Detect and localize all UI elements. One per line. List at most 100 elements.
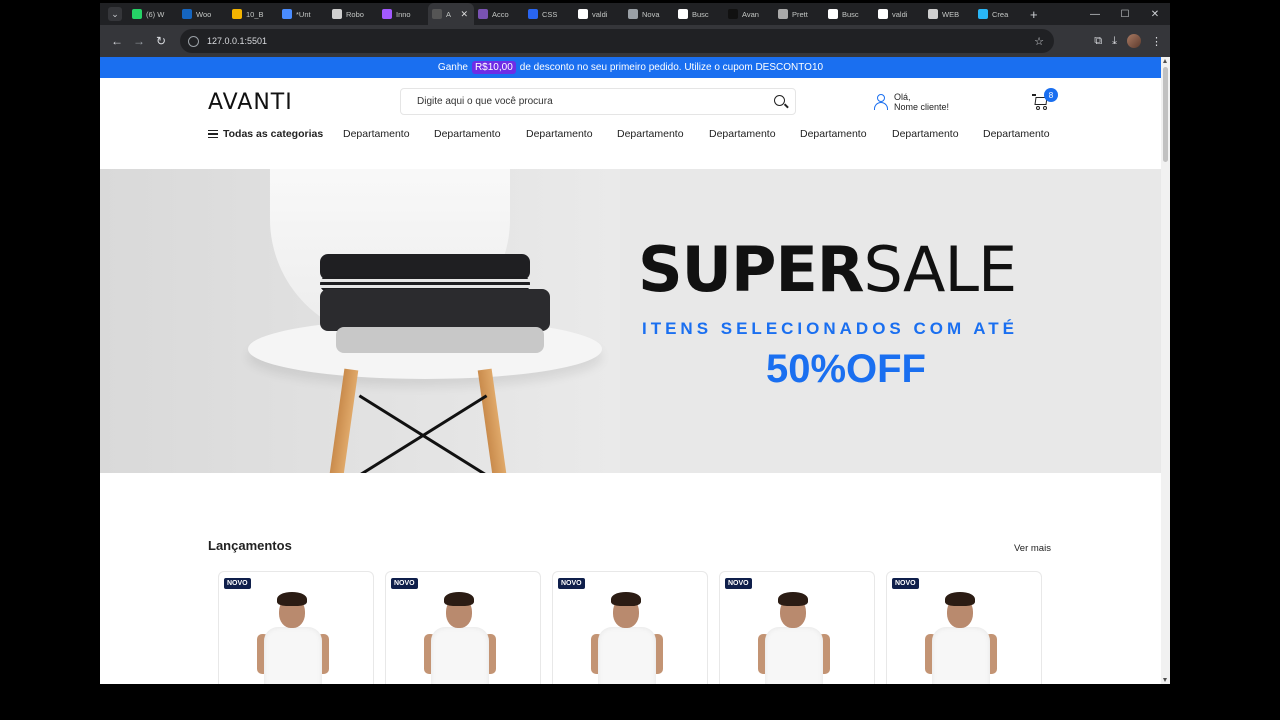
new-tab-button[interactable]: + bbox=[1030, 7, 1038, 22]
tab-label: Nova bbox=[642, 9, 660, 19]
product-image bbox=[765, 627, 823, 684]
see-more-link[interactable]: Ver mais bbox=[1014, 543, 1051, 554]
browser-tab[interactable]: Busc bbox=[824, 3, 874, 25]
browser-tab[interactable]: Busc bbox=[674, 3, 724, 25]
tab-label: (6) W bbox=[146, 9, 165, 19]
browser-tab[interactable]: A ✕ bbox=[428, 3, 474, 25]
browser-tab[interactable]: Robo bbox=[328, 3, 378, 25]
user-account-link[interactable]: Olá, Nome cliente! bbox=[874, 92, 949, 112]
tab-label: 10_B bbox=[246, 9, 264, 19]
close-tab-icon[interactable]: ✕ bbox=[460, 9, 468, 20]
tab-favicon-icon bbox=[778, 9, 788, 19]
coupon-value-badge: R$10,00 bbox=[471, 61, 516, 74]
product-card[interactable]: NOVO bbox=[218, 571, 374, 684]
tab-favicon-icon bbox=[182, 9, 192, 19]
extensions-icon[interactable]: ⧉ bbox=[1094, 35, 1102, 48]
back-icon[interactable]: ← bbox=[106, 34, 128, 48]
tab-favicon-icon bbox=[878, 9, 888, 19]
nav-department-link[interactable]: Departamento bbox=[892, 128, 959, 140]
product-card[interactable]: NOVO bbox=[886, 571, 1042, 684]
browser-tab[interactable]: Acco bbox=[474, 3, 524, 25]
search-icon[interactable] bbox=[774, 95, 785, 106]
product-image bbox=[264, 627, 322, 684]
browser-tab[interactable]: *Unt bbox=[278, 3, 328, 25]
browser-tab[interactable]: Inno bbox=[378, 3, 428, 25]
nav-department-link[interactable]: Departamento bbox=[800, 128, 867, 140]
nav-department-link[interactable]: Departamento bbox=[434, 128, 501, 140]
address-bar[interactable]: 127.0.0.1:5501 ☆ bbox=[180, 29, 1054, 53]
browser-tab[interactable]: Woo bbox=[178, 3, 228, 25]
minimize-icon[interactable]: — bbox=[1080, 9, 1110, 20]
page-scrollbar[interactable] bbox=[1161, 57, 1170, 684]
url-text: 127.0.0.1:5501 bbox=[207, 36, 268, 46]
tab-label: Busc bbox=[842, 9, 859, 19]
tab-label: Avan bbox=[742, 9, 759, 19]
product-image bbox=[431, 627, 489, 684]
browser-tab[interactable]: valdi bbox=[574, 3, 624, 25]
browser-tab[interactable]: WEB bbox=[924, 3, 974, 25]
profile-avatar[interactable] bbox=[1127, 34, 1141, 48]
hero-subtitle: ITENS SELECIONADOS COM ATÉ bbox=[641, 319, 1018, 338]
browser-tab[interactable]: Prett bbox=[774, 3, 824, 25]
browser-tab[interactable]: Avan bbox=[724, 3, 774, 25]
tab-strip: ⌄ (6) W Woo 10_B *Unt Robo Inno A ✕ Acco CSS valdi… bbox=[100, 3, 1170, 25]
browser-tab[interactable]: Nova bbox=[624, 3, 674, 25]
product-card[interactable]: NOVO bbox=[552, 571, 708, 684]
hero-title: SUPERSALE bbox=[638, 237, 1017, 303]
user-icon bbox=[874, 94, 888, 110]
new-badge: NOVO bbox=[224, 578, 251, 589]
tab-label: Inno bbox=[396, 9, 411, 19]
nav-department-link[interactable]: Departamento bbox=[617, 128, 684, 140]
product-card[interactable]: NOVO bbox=[385, 571, 541, 684]
browser-menu-icon[interactable]: ⋮ bbox=[1151, 35, 1162, 48]
hero-banner[interactable]: SUPERSALE ITENS SELECIONADOS COM ATÉ 50%… bbox=[100, 169, 1161, 473]
scrollbar-thumb[interactable] bbox=[1163, 67, 1168, 162]
site-info-icon[interactable] bbox=[188, 35, 199, 47]
close-window-icon[interactable]: ✕ bbox=[1140, 9, 1170, 20]
search-input[interactable]: Digite aqui o que você procura bbox=[400, 88, 796, 115]
tab-favicon-icon bbox=[728, 9, 738, 19]
tab-favicon-icon bbox=[978, 9, 988, 19]
browser-tab[interactable]: valdi bbox=[874, 3, 924, 25]
reload-icon[interactable]: ↻ bbox=[150, 34, 172, 48]
tab-favicon-icon bbox=[628, 9, 638, 19]
product-card[interactable]: NOVO bbox=[719, 571, 875, 684]
tab-label: WEB bbox=[942, 9, 960, 19]
hero-title-bold: SUPER bbox=[638, 233, 865, 306]
tab-label: Robo bbox=[346, 9, 364, 19]
site-logo[interactable]: AVANTI bbox=[208, 90, 293, 115]
browser-tab[interactable]: (6) W bbox=[128, 3, 178, 25]
tab-label: Prett bbox=[792, 9, 808, 19]
tab-favicon-icon bbox=[332, 9, 342, 19]
forward-icon[interactable]: → bbox=[128, 34, 150, 48]
browser-tab[interactable]: Crea bbox=[974, 3, 1024, 25]
hero-title-light: SALE bbox=[863, 233, 1018, 306]
tab-search-button[interactable]: ⌄ bbox=[108, 7, 122, 21]
all-categories-label: Todas as categorias bbox=[223, 128, 324, 140]
tab-favicon-icon bbox=[828, 9, 838, 19]
browser-tab[interactable]: CSS bbox=[524, 3, 574, 25]
browser-tab[interactable]: 10_B bbox=[228, 3, 278, 25]
nav-department-link[interactable]: Departamento bbox=[709, 128, 776, 140]
page-viewport: Ganhe R$10,00 de desconto no seu primeir… bbox=[100, 57, 1161, 684]
new-badge: NOVO bbox=[558, 578, 585, 589]
tab-favicon-icon bbox=[132, 9, 142, 19]
tab-favicon-icon bbox=[282, 9, 292, 19]
search-placeholder: Digite aqui o que você procura bbox=[417, 96, 553, 107]
hero-discount: 50%OFF bbox=[765, 347, 926, 391]
promo-text-before: Ganhe bbox=[437, 62, 468, 73]
maximize-icon[interactable]: ☐ bbox=[1110, 9, 1140, 20]
tab-label: valdi bbox=[592, 9, 608, 19]
launches-title: Lançamentos bbox=[208, 538, 292, 553]
all-categories-button[interactable]: Todas as categorias bbox=[208, 128, 323, 140]
tab-label: Acco bbox=[492, 9, 509, 19]
nav-department-link[interactable]: Departamento bbox=[526, 128, 593, 140]
download-icon[interactable]: ⤓ bbox=[1112, 35, 1117, 48]
user-greeting: Olá, bbox=[894, 92, 911, 102]
product-image bbox=[598, 627, 656, 684]
nav-department-link[interactable]: Departamento bbox=[983, 128, 1050, 140]
bookmark-star-icon[interactable]: ☆ bbox=[1034, 35, 1044, 48]
cart-count-badge: 8 bbox=[1044, 88, 1058, 102]
nav-department-link[interactable]: Departamento bbox=[343, 128, 410, 140]
tab-label: Crea bbox=[992, 9, 1009, 19]
